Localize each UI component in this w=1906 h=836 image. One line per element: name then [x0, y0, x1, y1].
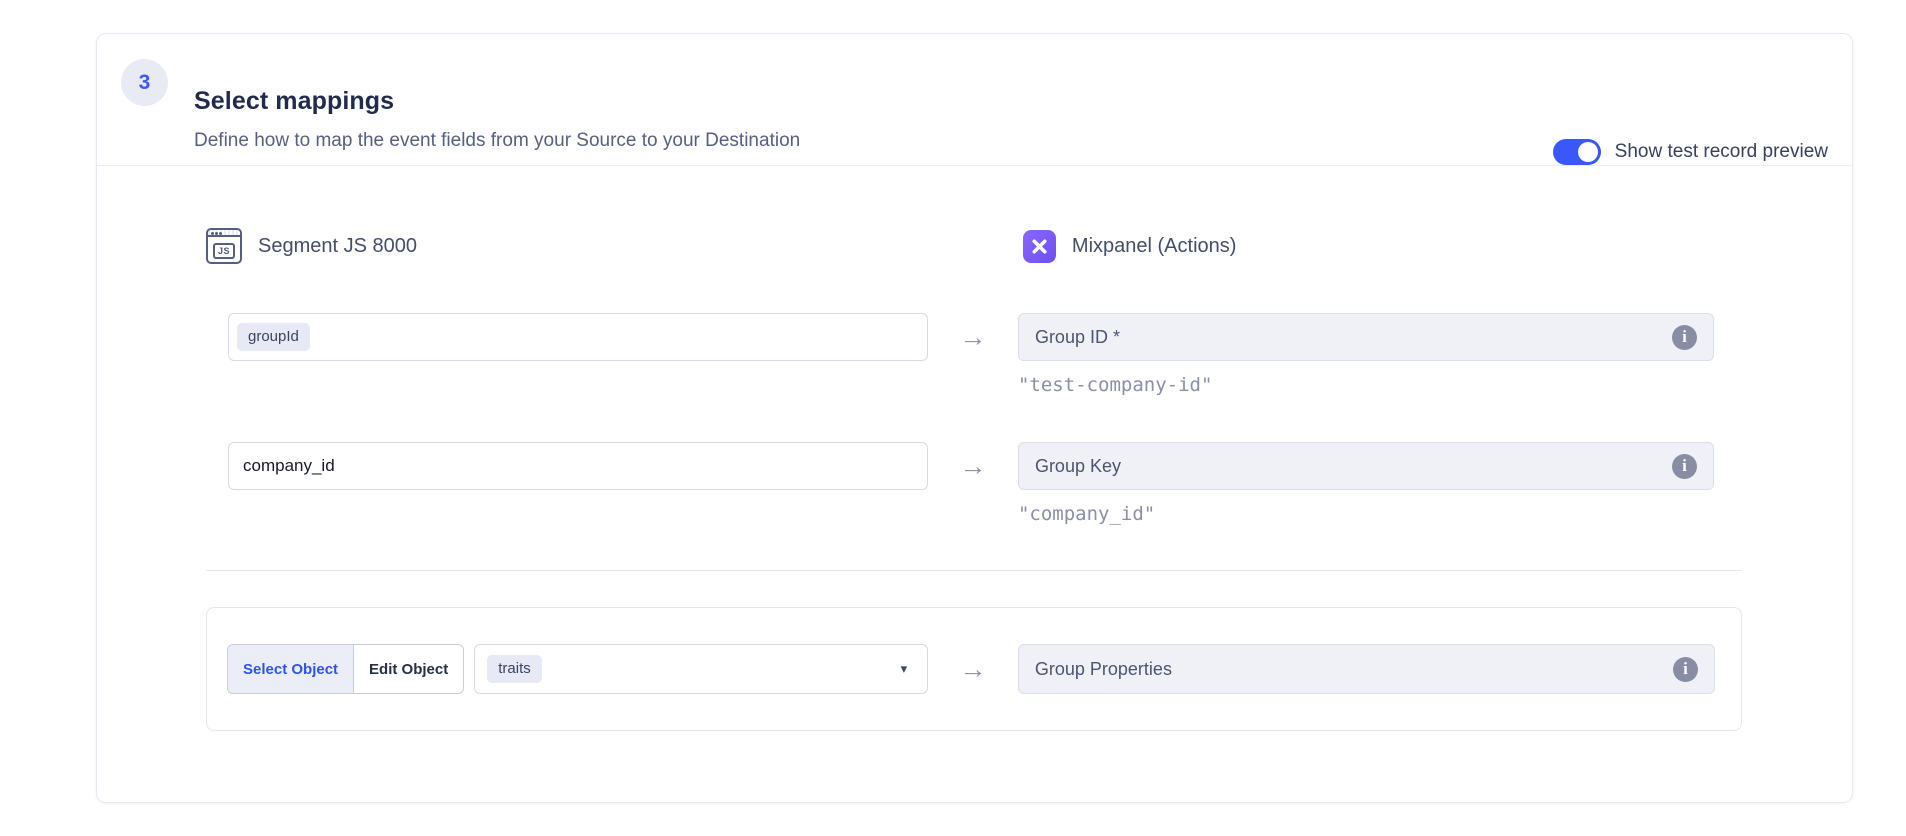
source-endpoint-label: JS Segment JS 8000 — [206, 228, 928, 264]
object-mode-segmented-control: Select Object Edit Object — [227, 644, 464, 694]
source-name: Segment JS 8000 — [258, 235, 417, 258]
mixpanel-icon — [1023, 230, 1056, 263]
edit-object-button[interactable]: Edit Object — [354, 645, 463, 693]
source-field-text: company_id — [243, 456, 335, 476]
info-icon[interactable]: i — [1673, 657, 1698, 682]
page-title: Select mappings — [194, 86, 800, 116]
destination-endpoint-label: Mixpanel (Actions) — [1018, 228, 1714, 264]
select-mappings-card: 3 Select mappings Define how to map the … — [96, 33, 1853, 803]
toggle-label: Show test record preview — [1615, 141, 1828, 163]
test-preview-value: "company_id" — [1018, 501, 1714, 527]
info-icon[interactable]: i — [1672, 325, 1697, 350]
card-header: 3 Select mappings Define how to map the … — [97, 34, 1852, 166]
destination-field: Group ID * i — [1018, 313, 1714, 361]
toggle-switch[interactable] — [1553, 139, 1601, 165]
destination-field: Group Properties i — [1018, 644, 1715, 694]
object-select-dropdown[interactable]: traits ▾ — [474, 644, 928, 694]
destination-field-label: Group Key — [1035, 456, 1672, 477]
endpoint-labels-row: JS Segment JS 8000 Mixpanel (Actions) — [206, 228, 1742, 276]
mapping-row: groupId → Group ID * i "test-company-id" — [206, 313, 1742, 398]
destination-field: Group Key i — [1018, 442, 1714, 490]
source-field-input[interactable]: company_id — [228, 442, 928, 490]
mapping-row: company_id → Group Key i "company_id" — [206, 442, 1742, 527]
info-icon[interactable]: i — [1672, 454, 1697, 479]
source-field-token[interactable]: groupId — [237, 323, 310, 351]
step-number-badge: 3 — [121, 59, 168, 106]
section-divider — [206, 570, 1742, 571]
test-record-preview-toggle-row[interactable]: Show test record preview — [1553, 139, 1828, 165]
chevron-down-icon: ▾ — [901, 661, 908, 677]
source-field-input[interactable]: groupId — [228, 313, 928, 361]
mappings-content: JS Segment JS 8000 Mixpanel (Actions) — [97, 228, 1852, 731]
page-subtitle: Define how to map the event fields from … — [194, 128, 800, 154]
js-browser-icon: JS — [206, 228, 242, 264]
select-object-button[interactable]: Select Object — [228, 645, 354, 693]
arrow-right-icon: → — [960, 451, 987, 482]
step-number: 3 — [139, 71, 151, 95]
arrow-right-icon: → — [960, 322, 987, 353]
test-preview-value: "test-company-id" — [1018, 372, 1714, 398]
destination-name: Mixpanel (Actions) — [1072, 235, 1237, 258]
destination-field-label: Group ID * — [1035, 327, 1672, 348]
header-text: Select mappings Define how to map the ev… — [194, 86, 800, 154]
object-mapping-container: Select Object Edit Object traits ▾ → Gro… — [206, 607, 1742, 731]
arrow-right-icon: → — [959, 654, 986, 685]
toggle-knob — [1578, 142, 1598, 162]
destination-field-label: Group Properties — [1035, 659, 1673, 680]
selected-object-token: traits — [487, 655, 542, 683]
